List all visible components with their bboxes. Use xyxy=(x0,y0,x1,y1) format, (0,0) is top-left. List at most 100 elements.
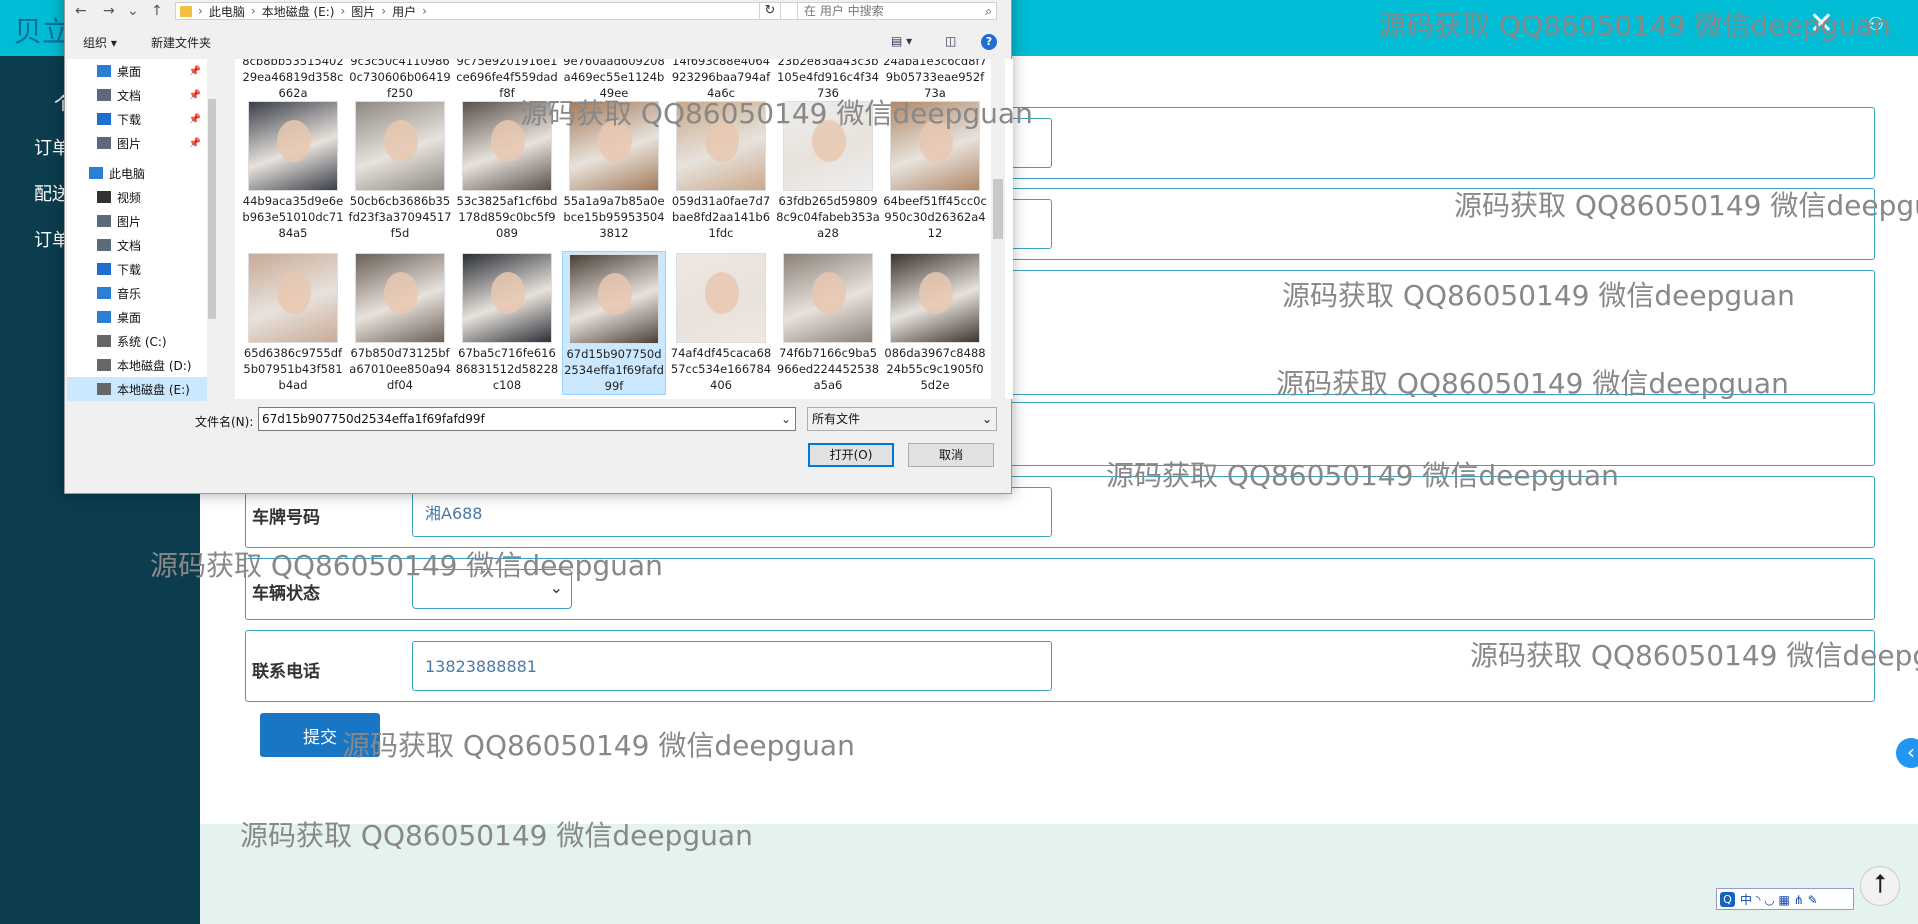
nav-item[interactable]: 下载 📌 xyxy=(67,107,207,131)
file-tile[interactable]: 8cb8bb5351540229ea46819d358c662a xyxy=(241,59,345,101)
file-open-dialog: ← → ⌄ ↑ › 此电脑 › 本地磁盘 (E:) › 图片 › 用户 › ⌄ … xyxy=(64,0,1013,494)
breadcrumb-separator: › xyxy=(250,4,256,18)
file-tile[interactable]: 50cb6cb3686b35fd23f3a37094517f5d xyxy=(348,99,452,241)
ime-tools[interactable]: 中 ◝ ◡ ▦ ⋔ ✎ xyxy=(1740,891,1818,908)
portrait-face xyxy=(919,120,953,162)
close-icon[interactable]: ✕ xyxy=(1809,6,1834,41)
nav-item[interactable]: 文档 📌 xyxy=(67,83,207,107)
folder-icon xyxy=(97,311,111,323)
file-tile[interactable]: 086da3967c848824b55c9c1905f05d2e xyxy=(883,251,987,393)
nav-item-label: 桌面 xyxy=(117,64,142,79)
nav-item[interactable]: 图片 📌 xyxy=(67,131,207,155)
help-icon[interactable]: ? xyxy=(981,34,997,50)
file-tile[interactable]: 67ba5c716fe61686831512d58228c108 xyxy=(455,251,559,393)
file-tile[interactable]: 44b9aca35d9e6eb963e51010dc7184a5 xyxy=(241,99,345,241)
cancel-button[interactable]: 取消 xyxy=(908,443,994,467)
nav-item[interactable]: 本地磁盘 (D:) xyxy=(67,353,207,377)
image-thumbnail xyxy=(890,101,980,191)
file-tile[interactable]: 23b2e83da43c3b105e4fd916c4f34736 xyxy=(776,59,880,101)
nav-item[interactable]: 桌面 xyxy=(67,305,207,329)
filename-label: 文件名(N): xyxy=(195,415,254,429)
nav-item-label: 图片 xyxy=(117,136,142,151)
folder-icon xyxy=(97,137,111,149)
nav-item[interactable]: 音乐 xyxy=(67,281,207,305)
user-icon[interactable]: ⚇ xyxy=(1868,14,1884,35)
up-arrow-icon[interactable]: ↑ xyxy=(151,3,163,19)
nav-item[interactable]: 此电脑 xyxy=(67,161,207,185)
submit-button[interactable]: 提交 xyxy=(260,713,380,757)
file-list: 8cb8bb5351540229ea46819d358c662a 9c3c50c4… xyxy=(235,59,1013,399)
image-thumbnail xyxy=(462,253,552,343)
organize-button[interactable]: 组织 ▾ xyxy=(83,34,117,51)
refresh-icon[interactable]: ↻ xyxy=(759,2,781,20)
file-tile[interactable]: 9c75e9201916e1ce696fe4f559dadf8f xyxy=(455,59,559,101)
image-thumbnail xyxy=(783,253,873,343)
back-to-top-icon[interactable]: ⭡ xyxy=(1860,866,1900,906)
nav-item[interactable]: 桌面 📌 xyxy=(67,59,207,83)
breadcrumb-item[interactable]: 图片 xyxy=(351,3,375,20)
collapse-arrow-icon[interactable]: ‹ xyxy=(1896,738,1918,768)
preview-pane-icon[interactable]: ◫ xyxy=(945,34,956,48)
navigation-pane: 桌面 📌 文档 📌 下载 📌 图片 📌 此电脑 视频 图片 文档 下载 音乐 桌面 系统 (C:) 本地磁盘 (… xyxy=(67,59,217,401)
footer-band xyxy=(200,824,1918,924)
pin-icon: 📌 xyxy=(188,113,201,125)
view-options-icon[interactable]: ▤ ▾ xyxy=(891,34,912,48)
pin-icon: 📌 xyxy=(188,89,201,101)
nav-item[interactable]: 文档 xyxy=(67,233,207,257)
breadcrumb-item[interactable]: 此电脑 xyxy=(209,3,245,20)
new-folder-button[interactable]: 新建文件夹 xyxy=(151,34,211,51)
folder-icon xyxy=(97,335,111,347)
file-tile[interactable]: 53c3825af1cf6bd178d859c0bc5f9089 xyxy=(455,99,559,241)
file-tile[interactable]: 9c3c50c41109860c730606b06419f250 xyxy=(348,59,452,101)
chevron-down-icon: ⌄ xyxy=(549,578,563,597)
nav-scrollbar[interactable] xyxy=(207,59,217,397)
portrait-face xyxy=(491,120,525,162)
nav-item[interactable]: 图片 xyxy=(67,209,207,233)
file-tile[interactable]: 74f6b7166c9ba5966ed224452538a5a6 xyxy=(776,251,880,393)
phone-label: 联系电话 xyxy=(252,662,320,682)
nav-scroll-thumb[interactable] xyxy=(208,99,216,319)
file-tile[interactable]: 67b850d73125bfa67010ee850a94df04 xyxy=(348,251,452,393)
file-tile[interactable]: 9e760aad609208a469ec55e1124b49ee xyxy=(562,59,666,101)
file-tile[interactable]: 65d6386c9755df5b07951b43f581b4ad xyxy=(241,251,345,393)
portrait-face xyxy=(277,272,311,314)
nav-item[interactable]: 本地磁盘 (E:) xyxy=(67,377,207,401)
file-tile[interactable]: 059d31a0fae7d7bae8fd2aa141b61fdc xyxy=(669,99,773,241)
ime-toolbar[interactable]: Q 中 ◝ ◡ ▦ ⋔ ✎ xyxy=(1716,888,1854,910)
plate-input[interactable]: 湘A688 xyxy=(412,487,1052,537)
file-tile[interactable]: 74af4df45caca6857cc534e166784406 xyxy=(669,251,773,393)
filename-input[interactable]: 67d15b907750d2534effa1f69fafd99f ⌄ xyxy=(258,407,796,431)
image-thumbnail xyxy=(783,101,873,191)
nav-item[interactable]: 系统 (C:) xyxy=(67,329,207,353)
nav-item[interactable]: 视频 xyxy=(67,185,207,209)
forward-arrow-icon[interactable]: → xyxy=(103,3,115,19)
image-thumbnail xyxy=(355,253,445,343)
breadcrumb[interactable]: › 此电脑 › 本地磁盘 (E:) › 图片 › 用户 › ⌄ xyxy=(175,2,825,20)
status-select[interactable]: ⌄ xyxy=(412,569,572,609)
file-scrollbar[interactable] xyxy=(991,59,1005,399)
portrait-face xyxy=(705,120,739,162)
back-arrow-icon[interactable]: ← xyxy=(75,3,87,19)
file-tile[interactable]: 24aba1e3c6cd8f79b05733eae952f73a xyxy=(883,59,987,101)
file-tile[interactable]: 67d15b907750d2534effa1f69fafd99f xyxy=(562,251,666,395)
file-type-select[interactable]: 所有文件 ⌄ xyxy=(807,407,997,431)
portrait-face xyxy=(598,273,632,315)
chevron-down-icon[interactable]: ⌄ xyxy=(781,408,791,430)
portrait-face xyxy=(384,272,418,314)
nav-item[interactable]: 下载 xyxy=(67,257,207,281)
search-input[interactable]: 在 用户 中搜索 ⌕ xyxy=(797,2,997,20)
file-tile[interactable]: 55a1a9a7b85a0ebce15b959535043812 xyxy=(562,99,666,241)
open-button[interactable]: 打开(O) xyxy=(808,443,894,467)
breadcrumb-item[interactable]: 用户 xyxy=(392,3,416,20)
file-tile[interactable]: 63fdb265d598098c9c04fabeb353aa28 xyxy=(776,99,880,241)
phone-input[interactable]: 13823888881 xyxy=(412,641,1052,691)
breadcrumb-separator: › xyxy=(198,4,203,18)
breadcrumb-item[interactable]: 本地磁盘 (E:) xyxy=(262,3,335,20)
file-scroll-thumb[interactable] xyxy=(993,179,1003,239)
file-name: 63fdb265d598098c9c04fabeb353aa28 xyxy=(776,194,880,240)
file-tile[interactable]: 64beef51ff45cc0c950c30d26362a412 xyxy=(883,99,987,241)
file-tile[interactable]: 14f693c88e4064923296baa794af4a6c xyxy=(669,59,773,101)
recent-dropdown-icon[interactable]: ⌄ xyxy=(127,3,139,19)
file-name: 24aba1e3c6cd8f79b05733eae952f73a xyxy=(883,59,987,100)
file-name: 64beef51ff45cc0c950c30d26362a412 xyxy=(883,194,987,240)
